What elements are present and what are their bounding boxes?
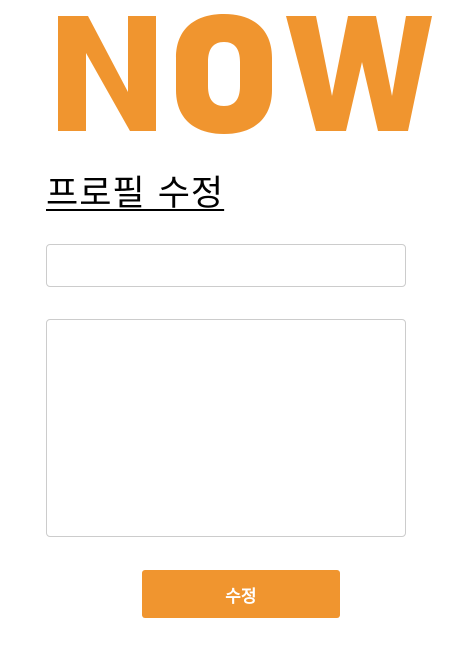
name-input[interactable] — [46, 244, 406, 287]
bio-textarea[interactable] — [46, 319, 406, 537]
page-title: 프로필 수정 — [46, 174, 225, 214]
submit-button[interactable]: 수정 — [142, 570, 340, 618]
now-logo — [50, 6, 436, 141]
